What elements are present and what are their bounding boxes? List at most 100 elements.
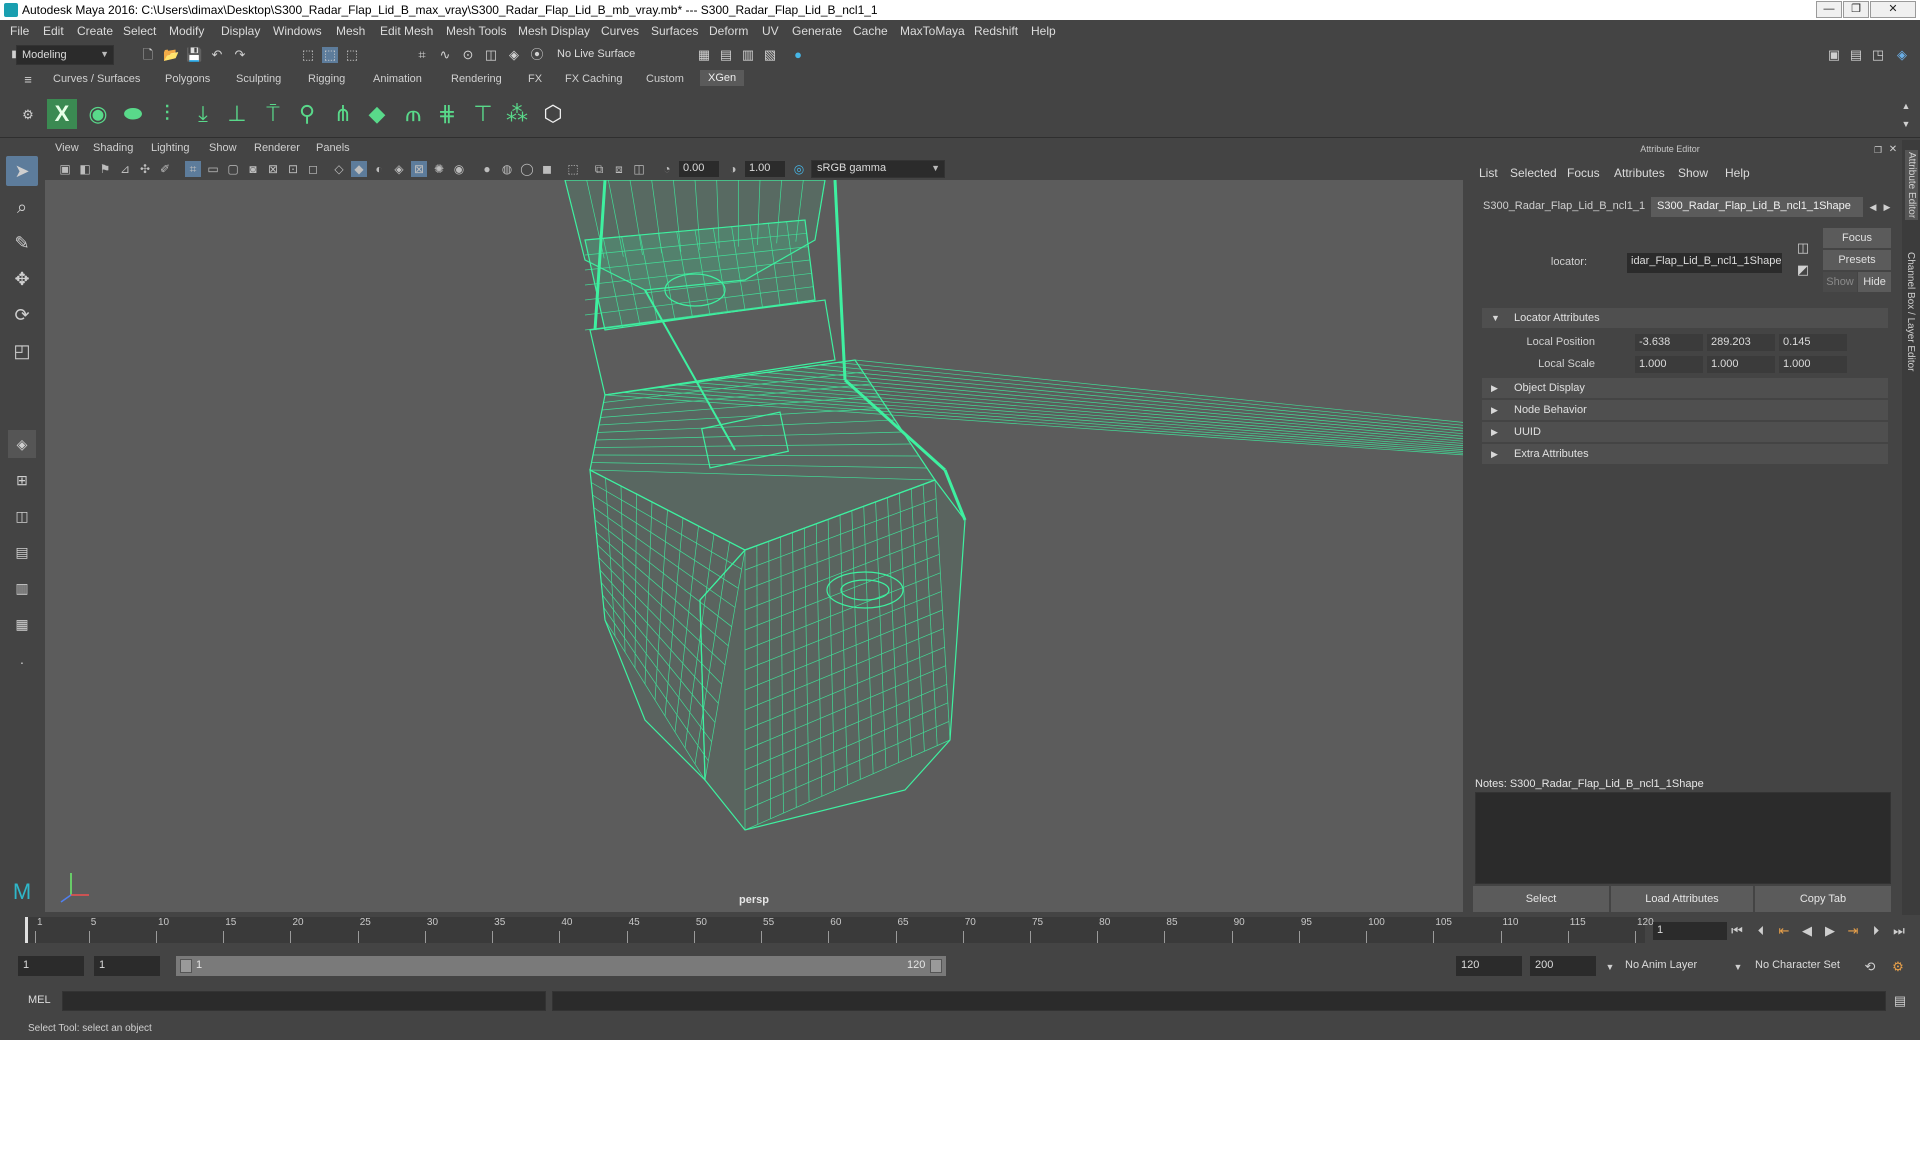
xray-components-icon[interactable]: ◫ [631, 161, 647, 177]
viewport-menu-show[interactable]: Show [209, 142, 237, 154]
menu-display[interactable]: Display [221, 24, 260, 38]
step-back-key-icon[interactable]: ⇤ [1774, 923, 1794, 939]
go-to-output-icon[interactable]: ◩ [1795, 262, 1811, 278]
play-backwards-icon[interactable]: ◀ [1797, 923, 1817, 939]
tab-xgen[interactable]: XGen [700, 70, 745, 86]
use-all-lights-icon[interactable]: ✺ [431, 161, 447, 177]
exposure-icon[interactable]: ◔ [659, 161, 675, 177]
motion-blur-icon[interactable]: ◍ [499, 161, 515, 177]
tab-scroll-right-icon[interactable]: ▶ [1879, 199, 1895, 215]
menu-surfaces[interactable]: Surfaces [651, 24, 698, 38]
xgen-sculpt-guide-icon[interactable]: ⍑ [258, 99, 288, 129]
exposure-field[interactable]: 0.00 [679, 161, 719, 177]
lasso-tool-icon[interactable]: ⌕ [6, 192, 38, 222]
attribute-editor-toggle-icon[interactable]: ◈ [1894, 47, 1910, 63]
viewport-menu-lighting[interactable]: Lighting [151, 142, 190, 154]
maximize-button[interactable]: ❐ [1843, 1, 1869, 18]
paint-select-tool-icon[interactable]: ✎ [6, 228, 38, 258]
bookmark-icon[interactable]: ⚑ [97, 161, 113, 177]
screen-space-ao-icon[interactable]: ● [479, 161, 495, 177]
section-locator-attributes[interactable]: ▼ Locator Attributes [1482, 308, 1888, 328]
make-live-icon[interactable]: ⦿ [529, 47, 545, 63]
menu-curves[interactable]: Curves [601, 24, 639, 38]
command-language-label[interactable]: MEL [28, 994, 51, 1006]
menu-mesh-tools[interactable]: Mesh Tools [446, 24, 506, 38]
menu-maxtomaya[interactable]: MaxToMaya [900, 24, 965, 38]
section-extra-attributes[interactable]: ▶ Extra Attributes [1482, 444, 1888, 464]
four-pane-layout-icon[interactable]: ⊞ [8, 466, 36, 494]
menu-windows[interactable]: Windows [273, 24, 322, 38]
scale-tool-icon[interactable]: ◰ [6, 336, 38, 366]
xgen-grooming-icon[interactable]: ⫶ [152, 99, 182, 129]
close-panel-icon[interactable]: ✕ [1885, 142, 1901, 158]
range-start-handle[interactable] [180, 959, 192, 973]
tab-custom[interactable]: Custom [646, 73, 684, 85]
xgen-place-guide-icon[interactable]: ⤓ [188, 99, 218, 129]
hide-button[interactable]: Hide [1858, 272, 1891, 292]
xgen-editor-icon[interactable]: X [47, 99, 77, 129]
safe-title-icon[interactable]: ◻ [305, 161, 321, 177]
tab-rendering[interactable]: Rendering [451, 73, 502, 85]
snap-view-icon[interactable]: ◫ [483, 47, 499, 63]
menu-cache[interactable]: Cache [853, 24, 888, 38]
menu-redshift[interactable]: Redshift [974, 24, 1018, 38]
close-button[interactable]: ✕ [1870, 1, 1916, 18]
outliner-toggle-icon[interactable]: ◳ [1870, 47, 1886, 63]
select-by-hierarchy-icon[interactable]: ⬚ [300, 47, 316, 63]
safe-action-icon[interactable]: ⊡ [285, 161, 301, 177]
load-attributes-button[interactable]: Load Attributes [1611, 886, 1753, 912]
ae-menu-list[interactable]: List [1479, 166, 1498, 180]
save-scene-icon[interactable]: 💾 [186, 47, 202, 63]
menu-mesh-display[interactable]: Mesh Display [518, 24, 590, 38]
move-tool-icon[interactable]: ✥ [6, 264, 38, 294]
presets-button[interactable]: Presets [1823, 250, 1891, 270]
select-button[interactable]: Select [1473, 886, 1609, 912]
xgen-add-guide-icon[interactable]: ⊥ [222, 99, 252, 129]
time-slider-track[interactable]: 1 5 10 15 20 25 30 35 40 45 50 55 60 65 70 75 80 85 90 95 10… [25, 917, 1654, 943]
menu-uv[interactable]: UV [762, 24, 779, 38]
animation-preferences-icon[interactable]: ⚙ [1890, 959, 1906, 975]
isolate-select-icon[interactable]: ⬚ [565, 161, 581, 177]
redo-icon[interactable]: ↷ [232, 47, 248, 63]
local-scale-y-field[interactable]: 1.000 [1707, 356, 1775, 373]
grid-icon[interactable]: ⌗ [185, 161, 201, 177]
local-position-z-field[interactable]: 0.145 [1779, 334, 1847, 351]
minimize-button[interactable]: — [1816, 1, 1842, 18]
section-object-display[interactable]: ▶ Object Display [1482, 378, 1888, 398]
focus-button[interactable]: Focus [1823, 228, 1891, 248]
snap-curve-icon[interactable]: ∿ [437, 47, 453, 63]
snap-grid-icon[interactable]: ⌗ [414, 47, 430, 63]
menu-create[interactable]: Create [77, 24, 113, 38]
menu-deform[interactable]: Deform [709, 24, 748, 38]
local-position-x-field[interactable]: -3.638 [1635, 334, 1703, 351]
playback-start-field[interactable]: 1 [94, 956, 160, 976]
viewport-menu-view[interactable]: View [55, 142, 79, 154]
tab-animation[interactable]: Animation [373, 73, 422, 85]
gate-mask-icon[interactable]: ◙ [245, 161, 261, 177]
select-by-object-icon[interactable]: ⬚ [322, 47, 338, 63]
section-uuid[interactable]: ▶ UUID [1482, 422, 1888, 442]
tab-polygons[interactable]: Polygons [165, 73, 210, 85]
menu-modify[interactable]: Modify [169, 24, 204, 38]
copy-tab-button[interactable]: Copy Tab [1755, 886, 1891, 912]
local-scale-z-field[interactable]: 1.000 [1779, 356, 1847, 373]
image-plane-icon[interactable]: ⊿ [117, 161, 133, 177]
ae-menu-help[interactable]: Help [1725, 166, 1750, 180]
menu-help[interactable]: Help [1031, 24, 1056, 38]
textured-icon[interactable]: ◈ [391, 161, 407, 177]
section-node-behavior[interactable]: ▶ Node Behavior [1482, 400, 1888, 420]
xgen-cut-guide-icon[interactable]: ⫙ [398, 99, 428, 129]
two-d-pan-icon[interactable]: ✣ [137, 161, 153, 177]
float-panel-icon[interactable]: ❐ [1870, 142, 1886, 158]
xgen-normalize-icon[interactable]: ⊤ [468, 99, 498, 129]
anti-aliasing-icon[interactable]: ◯ [519, 161, 535, 177]
go-to-input-icon[interactable]: ◫ [1795, 240, 1811, 256]
xray-icon[interactable]: ⧉ [591, 161, 607, 177]
xgen-lock-guide-icon[interactable]: ⚲ [292, 99, 322, 129]
outliner-layout-icon[interactable]: ▤ [8, 538, 36, 566]
script-editor-icon[interactable]: ▤ [1892, 993, 1908, 1009]
shelf-scroll-up-icon[interactable]: ▲ [1898, 98, 1914, 114]
xgen-scale-guide-icon[interactable]: ⋕ [432, 99, 462, 129]
gamma-icon[interactable]: ◑ [725, 161, 741, 177]
step-forward-key-icon[interactable]: ⇥ [1843, 923, 1863, 939]
